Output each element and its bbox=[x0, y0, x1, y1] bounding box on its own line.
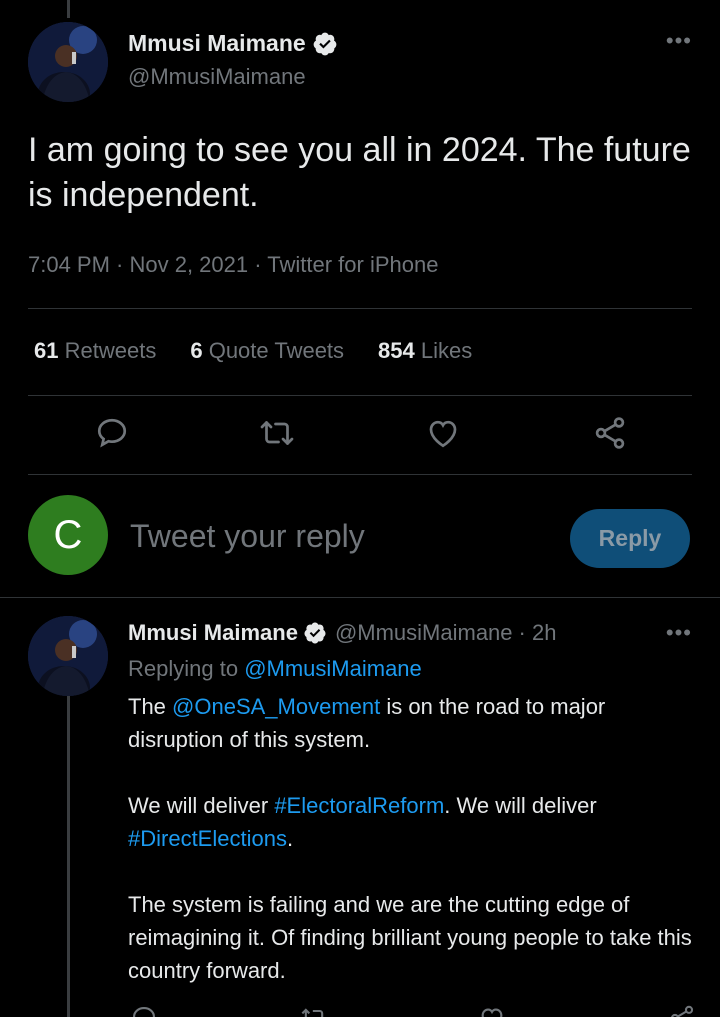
share-icon[interactable] bbox=[592, 415, 628, 451]
author-avatar[interactable] bbox=[28, 22, 108, 102]
reply-actions bbox=[0, 1004, 720, 1017]
replying-to-link[interactable]: @MmusiMaimane bbox=[244, 656, 422, 681]
author-name[interactable]: Mmusi Maimane bbox=[128, 30, 306, 57]
verified-badge-icon bbox=[303, 621, 327, 645]
divider bbox=[0, 597, 720, 598]
reply-icon[interactable] bbox=[130, 1004, 158, 1017]
verified-badge-icon bbox=[312, 31, 338, 57]
reply-header: Mmusi Maimane @MmusiMaimane · 2h bbox=[128, 620, 556, 646]
reply-input[interactable] bbox=[130, 518, 550, 555]
hashtag-link[interactable]: #DirectElections bbox=[128, 826, 287, 851]
reply-text: The @OneSA_Movement is on the road to ma… bbox=[128, 690, 698, 1017]
author-name-row[interactable]: Mmusi Maimane bbox=[128, 30, 338, 57]
retweet-icon[interactable] bbox=[259, 415, 295, 451]
like-icon[interactable] bbox=[478, 1004, 506, 1017]
thread-connector-top bbox=[67, 0, 70, 18]
thread-connector-bottom bbox=[67, 696, 70, 1017]
divider bbox=[28, 474, 692, 475]
quote-tweets-stat[interactable]: 6 Quote Tweets bbox=[190, 338, 344, 364]
tweet-thread-page: Mmusi Maimane @MmusiMaimane ••• I am goi… bbox=[0, 0, 720, 1017]
reply-button[interactable]: Reply bbox=[570, 509, 690, 568]
likes-stat[interactable]: 854 Likes bbox=[378, 338, 472, 364]
mention-link[interactable]: @OneSA_Movement bbox=[172, 694, 380, 719]
like-icon[interactable] bbox=[425, 415, 461, 451]
reply-paragraph: The @OneSA_Movement is on the road to ma… bbox=[128, 694, 606, 752]
retweet-icon[interactable] bbox=[300, 1004, 328, 1017]
reply-author-name[interactable]: Mmusi Maimane bbox=[128, 620, 298, 646]
tweet-text: I am going to see you all in 2024. The f… bbox=[28, 131, 691, 214]
more-options-icon[interactable]: ••• bbox=[666, 28, 692, 54]
reply-more-options-icon[interactable]: ••• bbox=[666, 620, 692, 646]
reply-author-handle[interactable]: @MmusiMaimane bbox=[335, 620, 513, 646]
reply-icon[interactable] bbox=[94, 415, 130, 451]
replying-to: Replying to @MmusiMaimane bbox=[128, 656, 422, 681]
tweet-meta[interactable]: 7:04 PM · Nov 2, 2021 · Twitter for iPho… bbox=[28, 252, 438, 278]
author-handle[interactable]: @MmusiMaimane bbox=[128, 64, 306, 90]
divider bbox=[28, 308, 692, 309]
share-icon[interactable] bbox=[668, 1004, 696, 1017]
reply-time[interactable]: · 2h bbox=[519, 620, 557, 646]
divider bbox=[28, 395, 692, 396]
tweet-stats: 61 Retweets 6 Quote Tweets 854 Likes bbox=[34, 338, 472, 364]
reply-author-avatar[interactable] bbox=[28, 616, 108, 696]
reply-paragraph: The system is failing and we are the cut… bbox=[128, 892, 692, 983]
tweet-actions bbox=[0, 415, 720, 459]
hashtag-link[interactable]: #ElectoralReform bbox=[274, 793, 444, 818]
retweets-stat[interactable]: 61 Retweets bbox=[34, 338, 156, 364]
current-user-avatar[interactable]: C bbox=[28, 495, 108, 575]
reply-paragraph: We will deliver #ElectoralReform. We wil… bbox=[128, 793, 597, 851]
